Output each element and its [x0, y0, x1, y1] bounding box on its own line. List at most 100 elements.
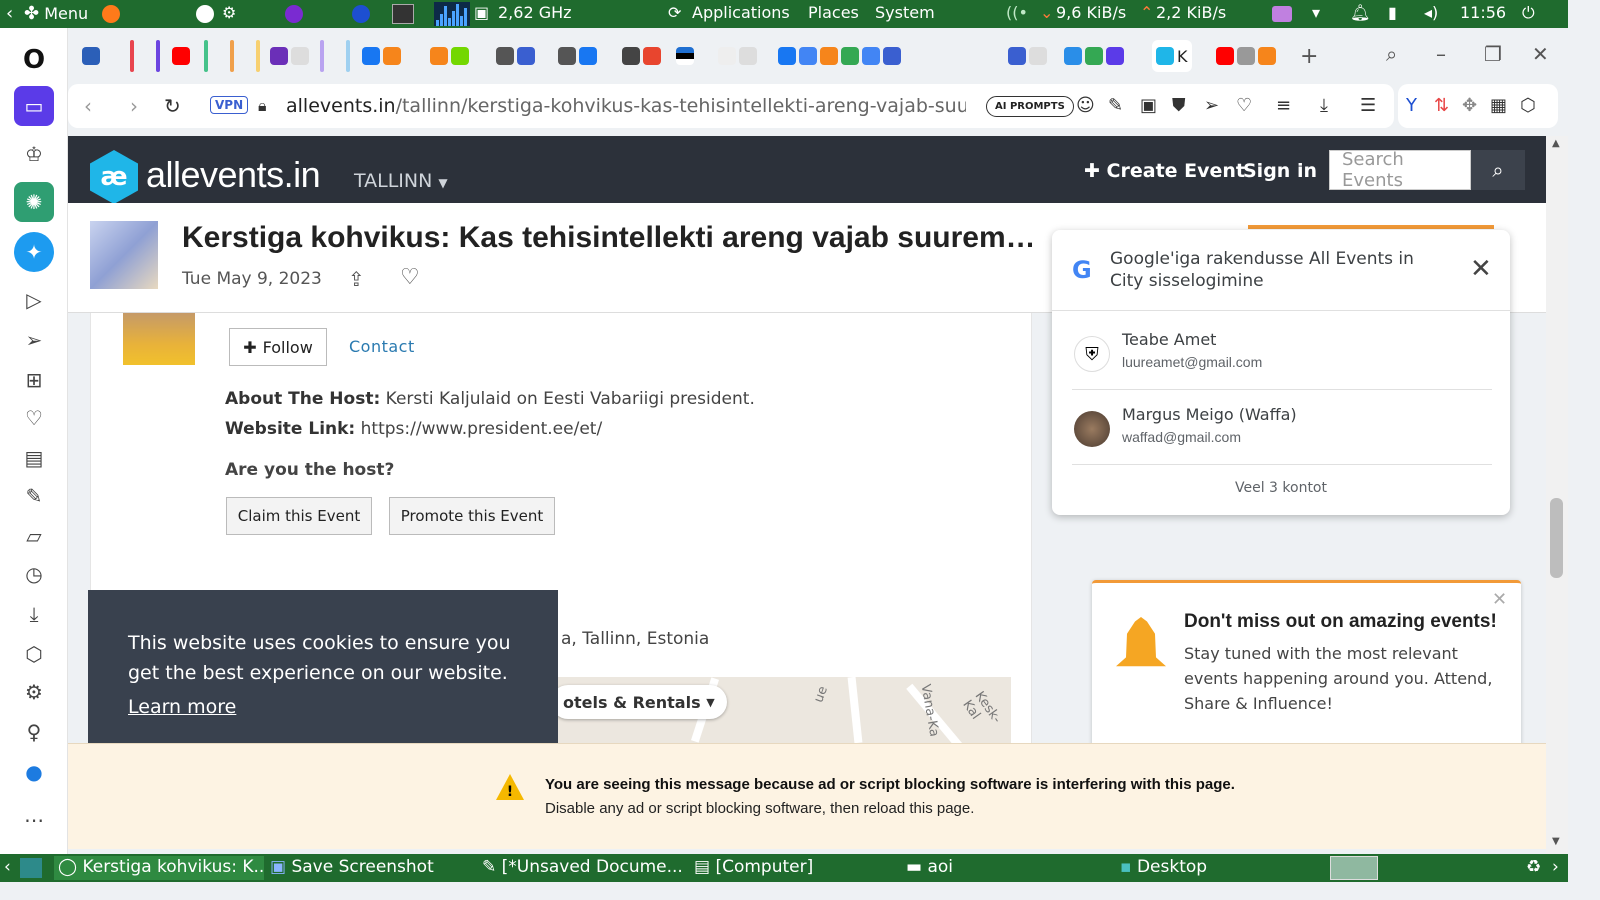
tab-group-drive[interactable] [1060, 40, 1128, 72]
tab-group-mixed[interactable] [492, 40, 539, 72]
taskbar-item-editor[interactable]: ✎ [*Unsaved Docume... [482, 857, 682, 877]
opera-logo-icon[interactable]: O [14, 40, 54, 80]
tab-facebook-metamask[interactable] [358, 40, 405, 72]
lock-icon[interactable]: 🔒︎ [258, 96, 267, 116]
send-icon[interactable]: ➢ [14, 320, 54, 360]
show-desktop-icon[interactable] [20, 858, 42, 878]
new-tab-plus-icon[interactable]: + [1300, 44, 1318, 69]
event-map[interactable]: otels & Rentals ▼ ue Vana-Ka Kesk-Kal [551, 677, 1011, 743]
ai-prompts-button[interactable]: AI PROMPTS [986, 96, 1074, 117]
scrollbar-thumb[interactable] [1550, 498, 1563, 578]
close-icon[interactable]: ✕ [1470, 254, 1492, 284]
chatgpt-icon[interactable]: ✺ [14, 182, 54, 222]
notification-bell-icon[interactable]: 🔔︎ [1350, 3, 1370, 22]
search-events-input[interactable]: Search Events [1329, 149, 1471, 191]
pinboard-icon[interactable]: ✎ [14, 476, 54, 516]
panel-scroll-left-icon[interactable]: ‹ [6, 3, 13, 24]
volume-icon[interactable]: ◂) [1424, 3, 1438, 22]
extension-arrows-icon[interactable]: ⇅ [1434, 95, 1449, 116]
downloads-icon[interactable]: ⤓ [1320, 95, 1328, 116]
wifi-icon[interactable]: ▾ [1312, 3, 1320, 22]
website-url-link[interactable]: https://www.president.ee/et/ [361, 419, 603, 439]
power-icon[interactable]: ⏻ [1522, 3, 1535, 23]
extension-puzzle-icon[interactable]: ✥ [1462, 95, 1477, 116]
tab-flixbus[interactable] [426, 40, 473, 72]
tab-group-marker[interactable] [320, 40, 324, 72]
easy-setup-icon[interactable]: ☰ [1360, 95, 1376, 116]
clock[interactable]: 11:56 [1460, 3, 1506, 22]
promote-event-button[interactable]: Promote this Event [389, 497, 555, 535]
scroll-down-icon[interactable]: ▼ [1552, 836, 1560, 847]
bookmark-heart-icon[interactable]: ♡ [1236, 95, 1252, 116]
address-bar[interactable]: ‹ › ↻ VPN 🔒︎ allevents.in/tallinn/kersti… [68, 84, 1394, 128]
allevents-logo-icon[interactable]: æ [90, 150, 138, 204]
tab-estonia-flag[interactable] [672, 40, 698, 72]
taskbar-item-browser[interactable]: ◯ Kerstiga kohvikus: K... [54, 856, 264, 880]
tab-group-marker[interactable] [156, 40, 160, 72]
accessibility-icon[interactable] [196, 5, 214, 23]
close-icon[interactable]: ✕ [1492, 589, 1507, 610]
sign-in-link[interactable]: Sign in [1243, 160, 1317, 182]
applications-menu[interactable]: Applications [692, 3, 790, 22]
more-accounts-link[interactable]: Veel 3 kontot [1052, 480, 1510, 496]
tab-youtube-2[interactable] [1212, 40, 1280, 72]
city-selector[interactable]: TALLINN ▼ [354, 170, 448, 192]
tab-group-marker[interactable] [204, 40, 208, 72]
trash-icon[interactable]: ♻ [1526, 857, 1541, 877]
url-text[interactable]: allevents.in/tallinn/kerstiga-kohvikus-k… [286, 95, 966, 117]
news-icon[interactable]: ▤ [14, 438, 54, 478]
forward-icon[interactable]: › [130, 94, 138, 118]
emoji-icon[interactable]: ☺ [1076, 95, 1095, 116]
scroll-up-icon[interactable]: ▲ [1552, 138, 1560, 149]
settings-gear-icon[interactable]: ⚙ [14, 672, 54, 712]
player-icon[interactable]: ▷ [14, 280, 54, 320]
hotels-rentals-dropdown[interactable]: otels & Rentals ▼ [551, 685, 727, 719]
edit-icon[interactable]: ✎ [1108, 95, 1123, 116]
messenger-icon[interactable]: ● [14, 752, 54, 792]
tab-search-icon[interactable]: ⌕ [1386, 42, 1397, 66]
tab-wikipedia[interactable] [714, 40, 761, 72]
follow-button[interactable]: ✚ Follow [229, 328, 327, 366]
system-menu[interactable]: System [875, 3, 935, 22]
downloads-icon[interactable]: ⤓ [14, 594, 54, 634]
site-logo-text[interactable]: allevents.in [146, 154, 321, 196]
more-options-icon[interactable]: ⋯ [14, 800, 54, 840]
cube-icon[interactable]: ⬡ [1520, 95, 1536, 116]
tab-group-marker[interactable] [130, 40, 134, 72]
contact-link[interactable]: Contact [349, 337, 415, 356]
tab-messenger[interactable] [554, 40, 601, 72]
page-scrollbar[interactable]: ▲ ▼ [1546, 136, 1568, 854]
tab-allevents-active[interactable]: K [1152, 40, 1192, 72]
podcast-app-icon[interactable] [285, 5, 303, 23]
minimize-icon[interactable]: – [1436, 42, 1446, 66]
speed-dial-icon[interactable]: ⊞ [14, 360, 54, 400]
history-clock-icon[interactable]: ◷ [14, 554, 54, 594]
tips-lightbulb-icon[interactable]: ♀ [14, 712, 54, 752]
tab-group-marker[interactable] [230, 40, 234, 72]
taskbar-item-screenshot[interactable]: ▣ Save Screenshot [270, 857, 470, 877]
create-event-link[interactable]: ✚ Create Event [1084, 160, 1245, 182]
firefox-launcher-icon[interactable] [102, 5, 120, 23]
vpn-badge[interactable]: VPN [210, 96, 249, 114]
close-window-icon[interactable]: ✕ [1532, 42, 1549, 66]
taskbar-item-computer[interactable]: ▤ [Computer] [694, 857, 894, 877]
reload-icon[interactable]: ↻ [164, 94, 181, 118]
send-icon[interactable]: ➢ [1204, 95, 1219, 116]
crown-icon[interactable]: ♔ [14, 134, 54, 174]
claim-event-button[interactable]: Claim this Event [226, 497, 372, 535]
tab-ytest[interactable] [78, 40, 104, 72]
search-button[interactable]: ⌕ [1471, 150, 1525, 190]
tabs-icon[interactable]: ▱ [14, 516, 54, 556]
taskbar-item-folder[interactable]: ▬ aoi [906, 857, 1106, 877]
tab-yc[interactable] [266, 40, 313, 72]
workspace-switcher[interactable] [1330, 856, 1378, 880]
tab-group-google[interactable] [774, 40, 905, 72]
battery-icon[interactable]: ▮ [1388, 3, 1397, 22]
reader-icon[interactable]: ▭ [14, 86, 54, 126]
opera-launcher-icon[interactable] [352, 5, 370, 23]
favorites-heart-icon[interactable]: ♡ [14, 398, 54, 438]
restore-icon[interactable]: ❐ [1484, 42, 1502, 66]
tab-youtube[interactable] [168, 40, 194, 72]
back-icon[interactable]: ‹ [84, 94, 92, 118]
share-icon[interactable]: ⇪ [348, 267, 365, 291]
